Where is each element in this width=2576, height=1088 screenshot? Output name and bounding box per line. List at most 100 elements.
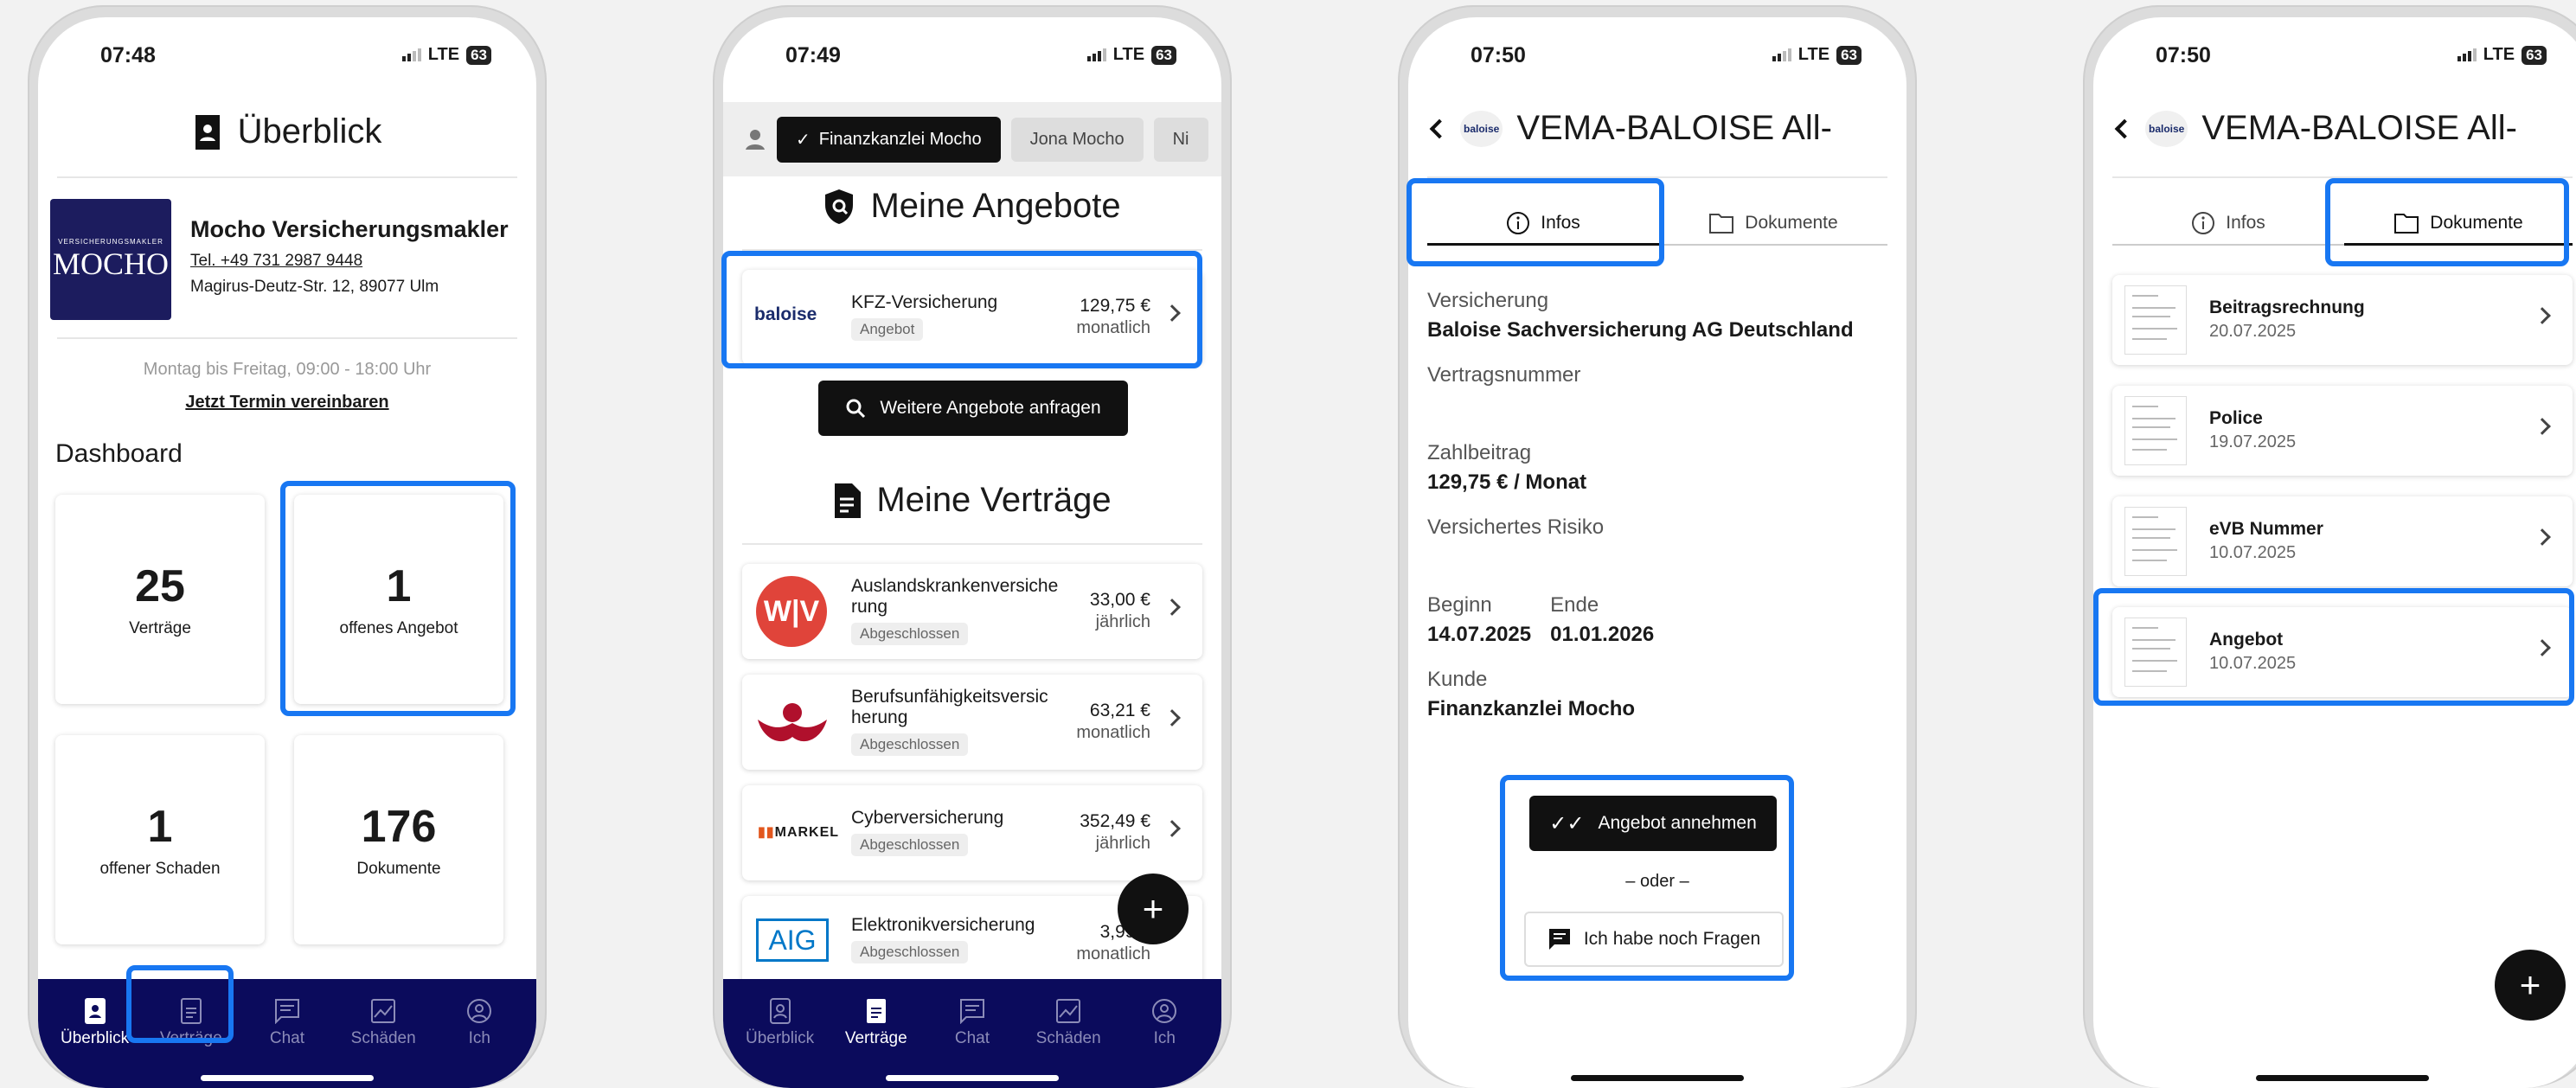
chevron-right-icon (2534, 639, 2551, 656)
document-item[interactable]: Beitragsrechnung 20.07.2025 (2112, 275, 2573, 365)
chip[interactable]: Ni (1153, 117, 1208, 162)
nav-profile[interactable]: Ich (1123, 988, 1206, 1088)
nav-claims[interactable]: Schäden (1027, 988, 1110, 1088)
chip[interactable]: Jona Mocho (1010, 117, 1144, 162)
document-item[interactable]: Angebot 10.07.2025 (2112, 607, 2573, 697)
detail-header: baloise VEMA-BALOISE All- (1429, 109, 1832, 148)
document-thumbnail (2124, 285, 2187, 355)
status-bar: LTE 63 (2457, 45, 2547, 65)
tab-infos[interactable]: Infos (2112, 202, 2344, 246)
nav-chat[interactable]: Chat (246, 988, 329, 1088)
offer-name: KFZ-Versicherung (851, 292, 998, 312)
insurer-logo: ▮▮MARKEL (758, 825, 840, 840)
question-button[interactable]: Ich habe noch Fragen (1524, 912, 1784, 967)
tile-open-offer[interactable]: 1 offenes Angebot (294, 495, 503, 704)
opening-hours: Montag bis Freitag, 09:00 - 18:00 Uhr (143, 360, 432, 379)
chat-icon (959, 999, 984, 1024)
contract-name: Cyberversicherung (851, 808, 1004, 828)
offer-price: 129,75 € (1080, 296, 1150, 316)
status-time: 07:50 (1471, 43, 1526, 67)
chart-icon (1056, 999, 1081, 1023)
field-label: Beginn (1427, 593, 1492, 617)
shield-search-icon (825, 189, 854, 224)
user-circle-icon (467, 999, 492, 1023)
tab-documents[interactable]: Dokumente (2344, 202, 2573, 246)
back-icon[interactable] (2114, 118, 2135, 138)
document-item[interactable]: eVB Nummer 10.07.2025 (2112, 496, 2573, 586)
tab-documents[interactable]: Dokumente (1659, 202, 1887, 246)
tile-contracts[interactable]: 25 Verträge (55, 495, 265, 704)
divider (1427, 176, 1887, 178)
appointment-link[interactable]: Jetzt Termin vereinbaren (38, 393, 536, 413)
home-indicator (2256, 1075, 2429, 1081)
chevron-right-icon (1163, 709, 1181, 726)
screen: 07:50 LTE 63 baloise VEMA-BALOISE All- I… (2093, 17, 2576, 1088)
contract-name: Auslandskrankenversiche rung (851, 576, 1059, 617)
badge-icon (84, 998, 106, 1024)
nav-profile[interactable]: Ich (438, 988, 521, 1088)
field-label: Versicherung (1427, 289, 1549, 312)
contract-card[interactable]: ▮▮MARKEL Cyberversicherung Abgeschlossen … (742, 785, 1202, 880)
home-indicator (1571, 1075, 1744, 1081)
status-bar: LTE 63 (1086, 45, 1176, 65)
broker-info: Mocho Versicherungsmakler Tel. +49 731 2… (190, 216, 509, 297)
chat-icon (274, 999, 299, 1024)
add-button[interactable]: + (1118, 874, 1189, 944)
nav-contracts[interactable]: Verträge (835, 988, 918, 1088)
tab-infos[interactable]: Infos (1427, 202, 1659, 246)
document-name: eVB Nummer (2209, 519, 2323, 539)
start-date: 14.07.2025 (1427, 623, 1532, 646)
nav-chat[interactable]: Chat (931, 988, 1014, 1088)
battery-icon: 63 (1151, 45, 1176, 65)
back-icon[interactable] (1429, 118, 1450, 138)
dashboard-title: Dashboard (55, 439, 183, 468)
contract-period: jährlich (1095, 834, 1150, 853)
insurer-logo: baloise (754, 304, 817, 324)
network-label: LTE (427, 45, 460, 64)
status-time: 07:50 (2156, 43, 2211, 67)
bottom-nav: Überblick Verträge Chat Schäden Ich (38, 979, 536, 1088)
page-header: Überblick (38, 112, 536, 151)
divider (57, 337, 517, 339)
chevron-right-icon (2534, 307, 2551, 324)
insurer-logo: baloise (2145, 110, 2188, 147)
contract-price: 352,49 € (1080, 811, 1150, 831)
info-icon (2192, 212, 2215, 234)
document-item[interactable]: Police 19.07.2025 (2112, 386, 2573, 476)
nav-claims[interactable]: Schäden (342, 988, 425, 1088)
nav-overview[interactable]: Überblick (739, 988, 822, 1088)
divider (57, 176, 517, 178)
offer-period: monatlich (1076, 318, 1150, 337)
accept-offer-button[interactable]: ✓✓ Angebot annehmen (1529, 796, 1777, 851)
broker-phone-link[interactable]: Tel. +49 731 2987 9448 (190, 252, 509, 271)
phone-offer-documents: 07:50 LTE 63 baloise VEMA-BALOISE All- I… (2083, 5, 2576, 1088)
chip-selected[interactable]: ✓ Finanzkanzlei Mocho (777, 116, 1001, 163)
field-label: Versichertes Risiko (1427, 515, 1605, 539)
divider (742, 543, 1202, 545)
contract-price: 33,00 € (1089, 590, 1150, 610)
nav-contracts[interactable]: Verträge (150, 988, 233, 1088)
insurance-value: Baloise Sachversicherung AG Deutschland (1427, 318, 1854, 342)
battery-icon: 63 (1836, 45, 1862, 65)
status-badge: Angebot (851, 318, 924, 341)
contract-price: 63,21 € (1089, 701, 1150, 720)
add-button[interactable]: + (2495, 950, 2566, 1021)
contract-period: monatlich (1076, 944, 1150, 963)
more-offers-button[interactable]: Weitere Angebote anfragen (818, 381, 1128, 436)
offer-card[interactable]: baloise KFZ-Versicherung Angebot 129,75 €… (742, 270, 1202, 365)
battery-icon: 63 (466, 45, 491, 65)
document-thumbnail (2124, 507, 2187, 576)
battery-icon: 63 (2522, 45, 2547, 65)
broker-address: Magirus-Deutz-Str. 12, 89077 Ulm (190, 278, 439, 296)
nav-overview[interactable]: Überblick (54, 988, 137, 1088)
tile-open-claim[interactable]: 1 offener Schaden (55, 735, 265, 944)
network-label: LTE (1797, 45, 1830, 64)
broker-name: Mocho Versicherungsmakler (190, 216, 509, 242)
status-bar: LTE 63 (1772, 45, 1862, 65)
tile-documents[interactable]: 176 Dokumente (294, 735, 503, 944)
page-title: VEMA-BALOISE All- (1516, 109, 1832, 147)
contract-card[interactable]: W|V Auslandskrankenversiche rung Abgeschl… (742, 564, 1202, 659)
contract-card[interactable]: Berufsunfähigkeitsversic herung Abgeschlo… (742, 675, 1202, 770)
status-time: 07:48 (100, 43, 156, 67)
chevron-right-icon (1163, 304, 1181, 322)
